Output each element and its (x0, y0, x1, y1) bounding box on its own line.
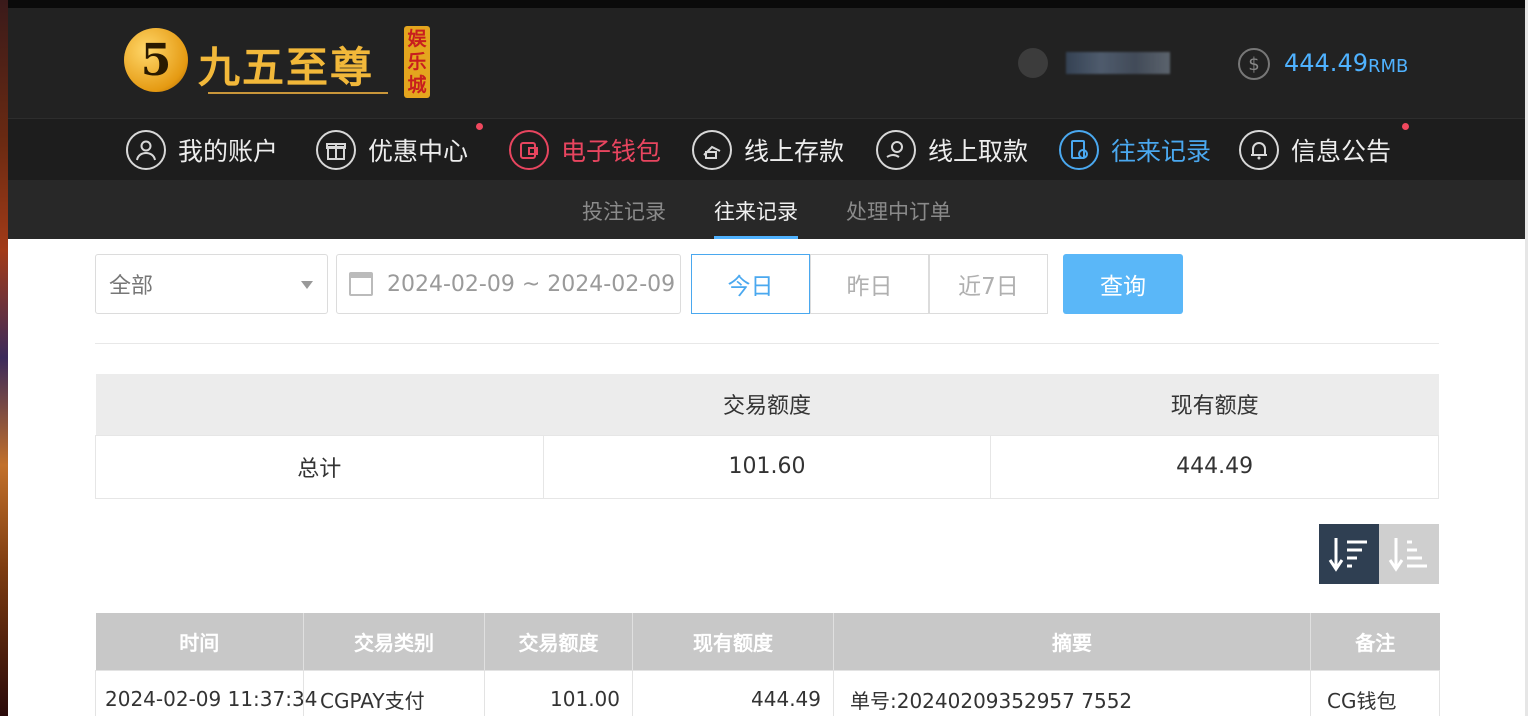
username-blurred (1066, 52, 1170, 74)
nav-label: 线上存款 (744, 137, 845, 166)
date-range-input[interactable]: 2024-02-09 ~ 2024-02-09 (336, 254, 681, 314)
user-icon (126, 130, 166, 170)
column-header-summary[interactable]: 摘要 (833, 613, 1311, 670)
sort-descending-button[interactable] (1319, 524, 1379, 584)
wallet-icon (509, 130, 549, 170)
query-button[interactable]: 查询 (1063, 254, 1183, 314)
main-content: 全部 2024-02-09 ~ 2024-02-09 今日 昨日 近7日 查询 … (8, 239, 1525, 716)
nav-label: 电子钱包 (561, 137, 662, 166)
cell-amount: 101.00 (484, 669, 633, 716)
nav-announcements[interactable]: 信息公告 (1239, 129, 1391, 171)
summary-cell: 101.60 (542, 434, 992, 499)
background-game-art (0, 0, 8, 716)
balance-unit: RMB (1368, 56, 1409, 77)
nav-label: 优惠中心 (368, 137, 469, 166)
avatar[interactable] (1018, 48, 1048, 78)
today-button[interactable]: 今日 (691, 254, 810, 314)
chevron-down-icon (301, 281, 313, 289)
column-header-remark[interactable]: 备注 (1310, 613, 1440, 670)
summary-cell: 总计 (95, 434, 544, 499)
cell-remark: CG钱包 (1310, 669, 1440, 716)
site-header: 5 九五至尊 娱乐城 $ 444.49 RMB (8, 8, 1525, 118)
cell-type: CGPAY支付 (303, 669, 485, 716)
sort-asc-icon (1388, 538, 1427, 572)
table-row[interactable]: 2024-02-09 11:37:34 CGPAY支付 101.00 444.4… (95, 669, 1440, 716)
table-header-row: 时间 交易类别 交易额度 现有额度 摘要 备注 (95, 613, 1440, 670)
nav-my-account[interactable]: 我的账户 (126, 129, 278, 171)
dollar-icon: $ (1238, 48, 1270, 80)
main-nav: 我的账户 优惠中心 电子钱包 线上存款 线上取款 往来记录 信息公告 (8, 118, 1525, 180)
summary-cell: 444.49 (990, 434, 1439, 499)
cell-balance: 444.49 (632, 669, 834, 716)
column-header-time[interactable]: 时间 (95, 613, 304, 670)
date-range-value: 2024-02-09 ~ 2024-02-09 (387, 271, 676, 297)
gift-icon (316, 130, 356, 170)
balance-amount: 444.49 (1284, 49, 1368, 77)
transactions-table: 时间 交易类别 交易额度 现有额度 摘要 备注 2024-02-09 11:37… (95, 613, 1440, 716)
nav-label: 往来记录 (1111, 137, 1212, 166)
column-header-amount[interactable]: 交易额度 (484, 613, 633, 670)
nav-label: 信息公告 (1291, 137, 1392, 166)
summary-total-row: 总计 101.60 444.49 (95, 434, 1439, 499)
tab-pending-orders[interactable]: 处理中订单 (846, 196, 951, 239)
site-logo[interactable]: 5 九五至尊 娱乐城 (124, 24, 430, 104)
yesterday-button[interactable]: 昨日 (810, 254, 929, 314)
select-value: 全部 (109, 274, 154, 299)
nav-online-deposit[interactable]: 线上存款 (692, 129, 844, 171)
top-edge (0, 0, 1528, 8)
bell-icon (1239, 130, 1279, 170)
cell-summary: 单号:20240209352957 7552 (833, 669, 1311, 716)
column-header-balance[interactable]: 现有额度 (632, 613, 834, 670)
nav-online-withdraw[interactable]: 线上取款 (876, 129, 1028, 171)
logo-ornament (208, 92, 388, 94)
nav-label: 线上取款 (928, 137, 1029, 166)
notification-dot (476, 123, 483, 130)
nav-promotions[interactable]: 优惠中心 (316, 129, 468, 171)
divider (95, 343, 1439, 344)
column-header-type[interactable]: 交易类别 (303, 613, 485, 670)
tab-transaction-records[interactable]: 往来记录 (714, 196, 798, 239)
calendar-icon (349, 272, 373, 296)
summary-header-row: 交易额度 现有额度 (95, 374, 1439, 435)
withdraw-icon (876, 130, 916, 170)
tab-bet-records[interactable]: 投注记录 (582, 196, 666, 239)
logo-side-label: 娱乐城 (404, 26, 430, 98)
sort-ascending-button[interactable] (1379, 524, 1439, 584)
logo-badge-icon: 5 (124, 28, 188, 92)
nav-label: 我的账户 (178, 137, 279, 166)
transaction-type-select[interactable]: 全部 (95, 254, 328, 314)
notification-dot (1402, 123, 1409, 130)
cell-time: 2024-02-09 11:37:34 (95, 669, 317, 716)
summary-header-cell (95, 374, 544, 435)
summary-table: 交易额度 现有额度 总计 101.60 444.49 (95, 374, 1439, 499)
last-7-days-button[interactable]: 近7日 (929, 254, 1048, 314)
nav-e-wallet[interactable]: 电子钱包 (509, 129, 661, 171)
nav-transaction-records[interactable]: 往来记录 (1059, 129, 1211, 171)
logo-title: 九五至尊 (198, 43, 375, 92)
sort-desc-icon (1328, 538, 1367, 572)
sub-nav: 投注记录 往来记录 处理中订单 (8, 180, 1525, 239)
deposit-icon (692, 130, 732, 170)
summary-header-cell: 现有额度 (990, 374, 1439, 435)
record-icon (1059, 130, 1099, 170)
summary-header-cell: 交易额度 (543, 374, 991, 435)
